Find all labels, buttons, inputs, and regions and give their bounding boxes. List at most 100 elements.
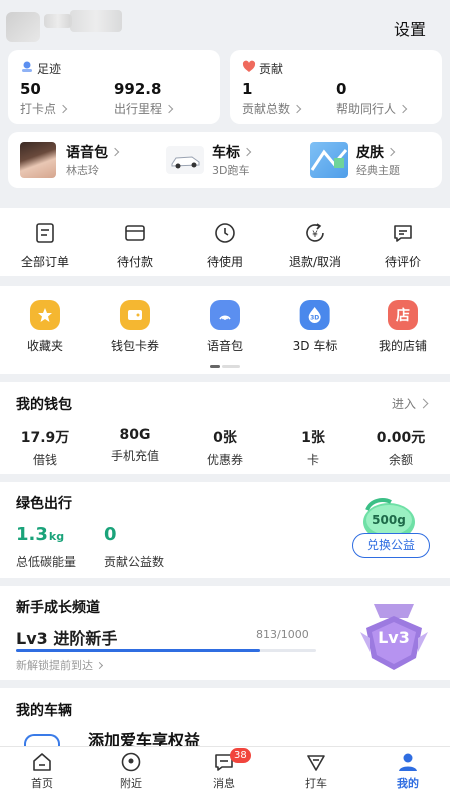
- helped-label[interactable]: 帮助同行人: [336, 100, 408, 117]
- location-icon: [121, 752, 141, 772]
- comment-icon: [394, 225, 412, 242]
- carbon-energy-value[interactable]: 1.3kg: [16, 524, 64, 545]
- shortcut-shop[interactable]: 店 我的店铺: [379, 300, 427, 354]
- feature-voice-title: 语音包: [66, 142, 120, 162]
- wallet-title: 我的钱包: [16, 397, 72, 413]
- energy-bubble-label: 500g: [372, 513, 406, 527]
- tab-nearby-label: 附近: [120, 777, 142, 790]
- mileage-label[interactable]: 出行里程: [114, 100, 174, 117]
- order-pending-payment[interactable]: 待付款: [117, 222, 153, 270]
- green-travel-title: 绿色出行: [16, 496, 72, 512]
- unlock-link[interactable]: 新解锁提前到达: [16, 657, 104, 673]
- wallet-enter-link[interactable]: 进入: [392, 395, 429, 412]
- feature-car-logo[interactable]: 车标 3D跑车: [166, 140, 306, 180]
- order-pending-payment-label: 待付款: [116, 255, 154, 269]
- shortcut-favorites[interactable]: 收藏夹: [27, 300, 63, 354]
- shortcut-voice-label: 语音包: [206, 339, 244, 353]
- medal-label: Lv3: [378, 628, 410, 647]
- tab-home[interactable]: 首页: [12, 751, 72, 791]
- skin-map-icon: [310, 142, 348, 178]
- wallet-icon: [125, 225, 145, 241]
- wallet-phone-topup-label: 手机充值: [110, 449, 160, 463]
- wallet-loan-label: 借钱: [32, 453, 58, 467]
- wallet-coupons[interactable]: 0张 优惠券: [207, 427, 243, 468]
- order-to-review[interactable]: 待评价: [385, 222, 421, 270]
- tab-profile[interactable]: 我的: [378, 751, 438, 791]
- username-blurred: [44, 14, 72, 28]
- taxi-icon: [307, 755, 325, 771]
- contribution-icon: [242, 59, 256, 78]
- footprint-title: 足迹: [37, 62, 62, 76]
- contribution-title: 贡献: [259, 62, 284, 76]
- shortcut-favorites-label: 收藏夹: [26, 339, 64, 353]
- order-refund-label: 退款/取消: [288, 255, 342, 269]
- shortcut-3d-car-label: 3D 车标: [292, 339, 338, 353]
- shortcut-wallet-label: 钱包卡券: [110, 339, 160, 353]
- contribution-total: 1: [242, 80, 253, 98]
- tab-messages[interactable]: 消息 38: [194, 748, 254, 791]
- mileage-value: 992.8: [114, 80, 162, 98]
- bottom-tab-bar: 首页 附近 消息 38 打车 我的: [0, 746, 450, 800]
- feature-skin-title: 皮肤: [356, 142, 396, 162]
- wallet-coupon-icon: [119, 300, 150, 330]
- order-to-use[interactable]: 待使用: [207, 222, 243, 270]
- footprint-card[interactable]: 足迹 50 打卡点 992.8 出行里程: [8, 50, 220, 124]
- order-all[interactable]: 全部订单: [21, 222, 69, 270]
- order-all-label: 全部订单: [20, 255, 70, 269]
- contribution-total-label[interactable]: 贡献总数: [242, 100, 302, 117]
- svg-text:¥: ¥: [312, 230, 318, 240]
- level-label[interactable]: Lv3 进阶新手: [16, 625, 117, 649]
- tab-home-label: 首页: [31, 777, 53, 790]
- vehicle-title: 我的车辆: [16, 703, 72, 719]
- shortcut-wallet[interactable]: 钱包卡券: [111, 300, 159, 354]
- checkin-count: 50: [20, 80, 41, 98]
- home-icon: [33, 753, 51, 771]
- feature-voice-sub: 林志玲: [66, 164, 99, 177]
- car3d-icon: 3D: [299, 300, 330, 330]
- message-badge: 38: [230, 748, 251, 763]
- growth-progress-fill: [16, 649, 260, 652]
- wallet-phone-topup[interactable]: 80G 手机充值: [111, 427, 159, 464]
- tab-taxi-label: 打车: [305, 777, 327, 790]
- wallet-balance[interactable]: 0.00元 余额: [377, 427, 426, 468]
- avatar[interactable]: [6, 12, 40, 42]
- clock-icon: [215, 223, 235, 243]
- svg-text:3D: 3D: [310, 315, 319, 322]
- donate-count-label: 贡献公益数: [104, 555, 165, 569]
- voice-icon: [209, 300, 240, 330]
- feature-skin[interactable]: 皮肤 经典主题: [310, 140, 440, 180]
- shortcut-3d-car[interactable]: 3D 3D 车标: [292, 300, 338, 354]
- growth-progress-track: [16, 649, 316, 652]
- wallet-cards[interactable]: 1张 卡: [301, 427, 325, 468]
- contribution-card[interactable]: 贡献 1 贡献总数 0 帮助同行人: [230, 50, 442, 124]
- settings-button[interactable]: 设置: [394, 16, 426, 40]
- features-card: 语音包 林志玲 车标 3D跑车 皮肤 经典主题: [8, 132, 442, 188]
- tab-taxi[interactable]: 打车: [286, 751, 346, 791]
- shop-icon: 店: [387, 300, 418, 330]
- shortcut-voice[interactable]: 语音包: [207, 300, 243, 354]
- tab-nearby[interactable]: 附近: [101, 751, 161, 791]
- document-icon: [36, 223, 54, 243]
- checkin-label[interactable]: 打卡点: [20, 100, 68, 117]
- growth-title: 新手成长频道: [16, 600, 100, 616]
- refund-icon: ¥: [306, 223, 324, 242]
- wallet-loan[interactable]: 17.9万 借钱: [21, 427, 70, 468]
- tab-profile-label: 我的: [397, 777, 419, 790]
- wallet-cards-label: 卡: [306, 453, 319, 467]
- feature-car-sub: 3D跑车: [212, 164, 250, 177]
- feature-voice-pack[interactable]: 语音包 林志玲: [20, 140, 160, 180]
- level-medal[interactable]: Lv3: [356, 598, 432, 674]
- donate-count-value[interactable]: 0: [104, 524, 117, 545]
- profile-icon: [399, 753, 417, 771]
- page-indicator: [210, 365, 240, 368]
- shortcut-shop-label: 我的店铺: [378, 339, 428, 353]
- add-car-link[interactable]: 添加爱车享权益: [88, 731, 200, 746]
- tab-messages-label: 消息: [213, 777, 235, 790]
- exchange-charity-button[interactable]: 兑换公益: [352, 533, 430, 558]
- helped-count: 0: [336, 80, 347, 98]
- wallet-cards-value: 1张: [301, 430, 325, 446]
- wallet-loan-value: 17.9万: [20, 430, 70, 446]
- car-icon: [166, 146, 204, 174]
- order-refund[interactable]: ¥ 退款/取消: [289, 222, 341, 270]
- wallet-coupons-value: 0张: [213, 430, 237, 446]
